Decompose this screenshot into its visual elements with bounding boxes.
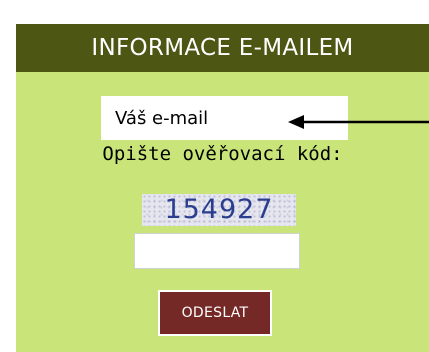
captcha-image: 154927	[142, 194, 296, 226]
arrow-left-icon	[288, 115, 429, 129]
captcha-input[interactable]	[134, 233, 300, 269]
submit-button[interactable]: ODESLAT	[158, 290, 272, 336]
panel-title: INFORMACE E-MAILEM	[16, 24, 429, 72]
captcha-label: Opište ověřovací kód:	[102, 143, 343, 165]
captcha-code: 154927	[164, 194, 274, 225]
